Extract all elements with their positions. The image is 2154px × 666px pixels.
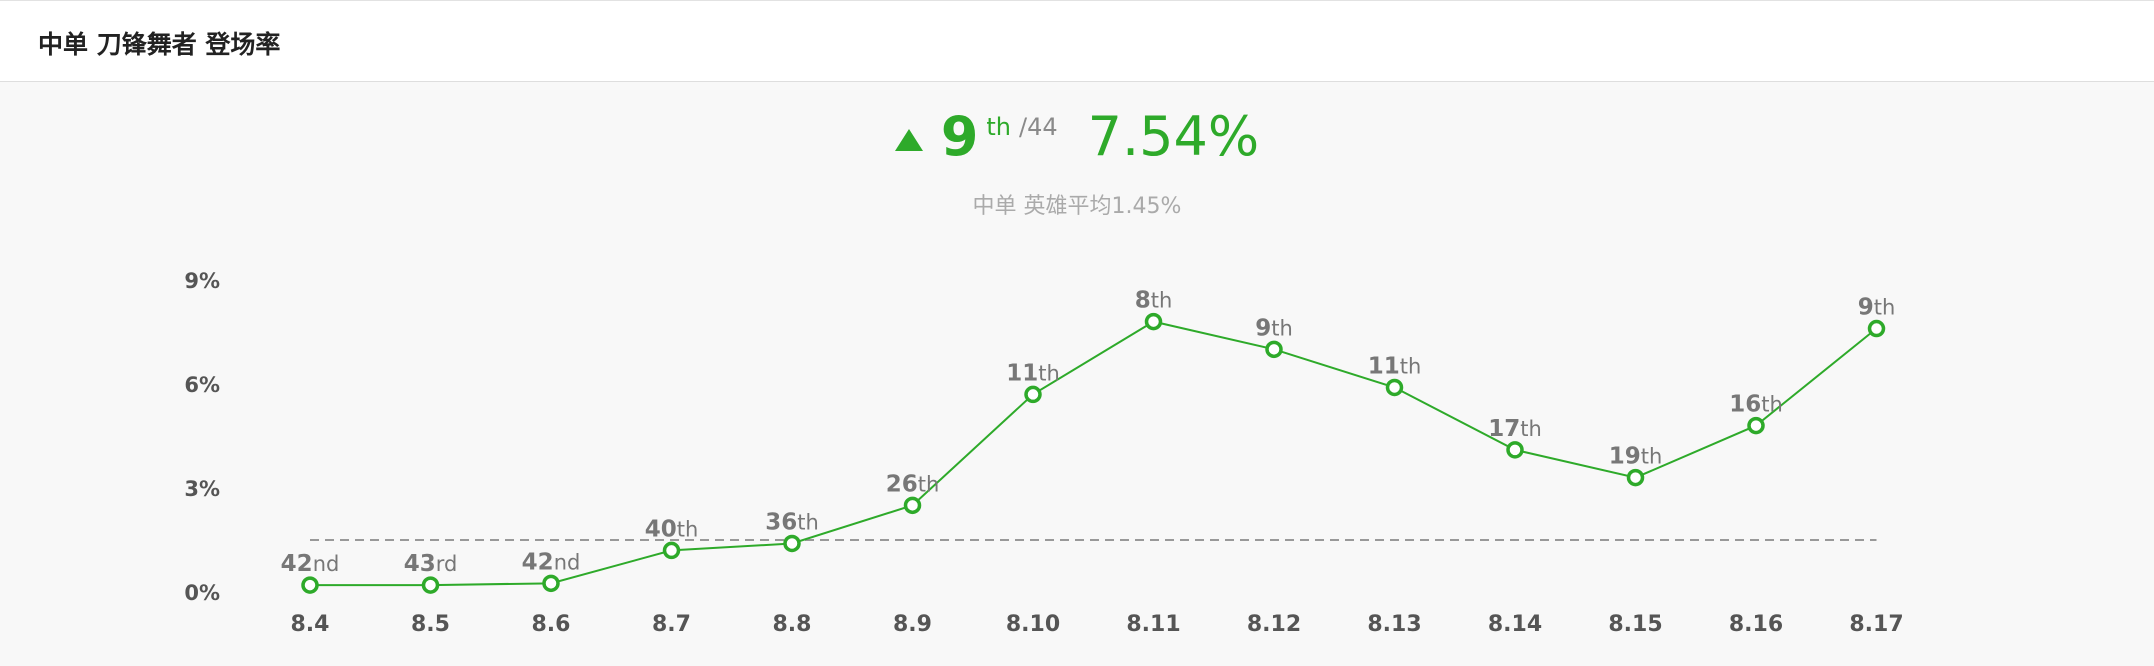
page: 中单 刀锋舞者 登场率 9 th /44 7.54% 中单 英雄平均1.45% … (0, 0, 2154, 666)
point-rank-label: 9th (1858, 295, 1896, 321)
data-point (903, 496, 922, 515)
y-tick-label: 6% (184, 373, 220, 397)
x-tick-label: 8.10 (1006, 612, 1060, 637)
y-tick-label: 0% (184, 581, 220, 605)
x-tick-label: 8.4 (291, 612, 330, 637)
data-point (783, 534, 801, 553)
point-rank-label: 43rd (404, 551, 458, 577)
data-point (1626, 468, 1645, 487)
point-rank-label: 11th (1006, 360, 1060, 386)
point-rank-label: 11th (1368, 353, 1422, 379)
data-point (1385, 378, 1404, 397)
point-rank-label: 19th (1609, 444, 1663, 470)
x-axis: 8.4 8.5 8.6 8.7 8.8 8.9 8.10 8.11 8.12 8.13 8.14 8.… (291, 612, 1904, 637)
data-point (1506, 441, 1524, 459)
x-tick-label: 8.9 (893, 612, 932, 637)
y-tick-label: 3% (184, 477, 220, 501)
point-rank-label: 8th (1135, 288, 1173, 314)
point-rank-label: 42nd (522, 549, 581, 575)
data-point (1265, 340, 1283, 359)
data-point (421, 576, 440, 594)
data-point (662, 541, 681, 560)
x-tick-label: 8.6 (532, 612, 571, 637)
x-tick-label: 8.12 (1247, 612, 1301, 637)
x-tick-label: 8.7 (652, 612, 691, 637)
point-rank-label: 40th (645, 516, 699, 542)
x-tick-label: 8.16 (1729, 612, 1783, 637)
point-rank-label: 17th (1488, 416, 1542, 442)
x-tick-label: 8.11 (1126, 612, 1180, 637)
data-point (542, 574, 560, 593)
data-point (1747, 416, 1765, 435)
x-tick-label: 8.5 (411, 612, 450, 637)
x-tick-label: 8.8 (773, 612, 812, 637)
x-tick-label: 8.15 (1608, 612, 1662, 637)
pick-rate-line-chart: 0%3%6%9% 8.4 8.5 8.6 8.7 8.8 8.9 8.10 8.11 8.12 8… (184, 269, 1904, 637)
data-point (1144, 312, 1163, 331)
data-point (1867, 319, 1886, 338)
point-rank-label: 42nd (281, 551, 340, 577)
x-tick-label: 8.17 (1849, 612, 1903, 637)
y-tick-label: 9% (184, 269, 220, 293)
point-rank-label: 36th (765, 509, 819, 535)
x-tick-label: 8.13 (1367, 612, 1421, 637)
x-tick-label: 8.14 (1488, 612, 1542, 637)
y-axis: 0% 3% 6% 9% (184, 269, 220, 605)
point-rank-label: 9th (1255, 315, 1293, 341)
point-label-layer: 42nd 43rd 42nd 40th 36th 26th 11th 8th 9th 11th 17… (281, 288, 1896, 577)
point-rank-label: 26th (886, 471, 940, 497)
data-point (1024, 385, 1042, 404)
data-point (301, 576, 319, 594)
point-rank-label: 16th (1729, 392, 1783, 418)
